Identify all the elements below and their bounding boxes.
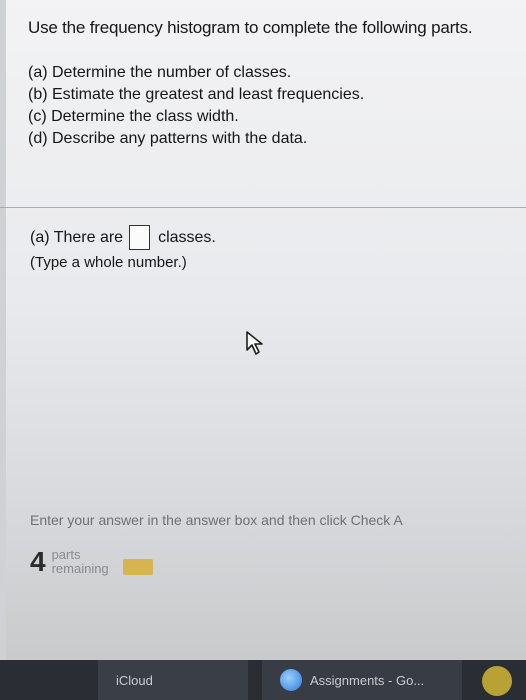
- answer-hint: (Type a whole number.): [30, 254, 187, 271]
- answer-line: (a) There are classes.: [30, 225, 216, 250]
- parts-label-line2: remaining: [51, 561, 109, 576]
- parts-remaining-label: parts remaining: [52, 548, 109, 576]
- instruction-text: Enter your answer in the answer box and …: [30, 512, 403, 528]
- section-divider: [0, 207, 526, 208]
- part-a: (a) Determine the number of classes.: [28, 64, 292, 81]
- mouse-cursor-icon: [246, 331, 263, 355]
- parts-remaining: 4 parts remaining: [30, 548, 153, 576]
- question-prompt: Use the frequency histogram to complete …: [28, 18, 473, 37]
- part-b: (b) Estimate the greatest and least freq…: [28, 86, 365, 103]
- app-corner-icon[interactable]: [482, 666, 512, 696]
- part-c: (c) Determine the class width.: [28, 108, 239, 125]
- answer-suffix: classes.: [158, 228, 216, 246]
- part-d: (d) Describe any patterns with the data.: [28, 130, 308, 147]
- taskbar-item-label: Assignments - Go...: [310, 672, 425, 688]
- classes-answer-input[interactable]: [129, 225, 151, 250]
- taskbar-item-label: iCloud: [116, 672, 153, 688]
- taskbar-item-assignments[interactable]: Assignments - Go...: [262, 660, 462, 700]
- browser-app-icon: [280, 669, 302, 691]
- parts-remaining-count: 4: [30, 546, 46, 577]
- taskbar-item-icloud[interactable]: iCloud: [98, 660, 248, 700]
- screen: Use the frequency histogram to complete …: [0, 0, 526, 660]
- answer-prefix: (a) There are: [30, 228, 124, 246]
- taskbar: iCloud Assignments - Go...: [0, 660, 526, 700]
- screen-edge: [0, 0, 6, 660]
- parts-progress-indicator: [122, 559, 153, 575]
- parts-label-line1: parts: [51, 547, 81, 562]
- question-parts: (a) Determine the number of classes. (b)…: [28, 62, 364, 150]
